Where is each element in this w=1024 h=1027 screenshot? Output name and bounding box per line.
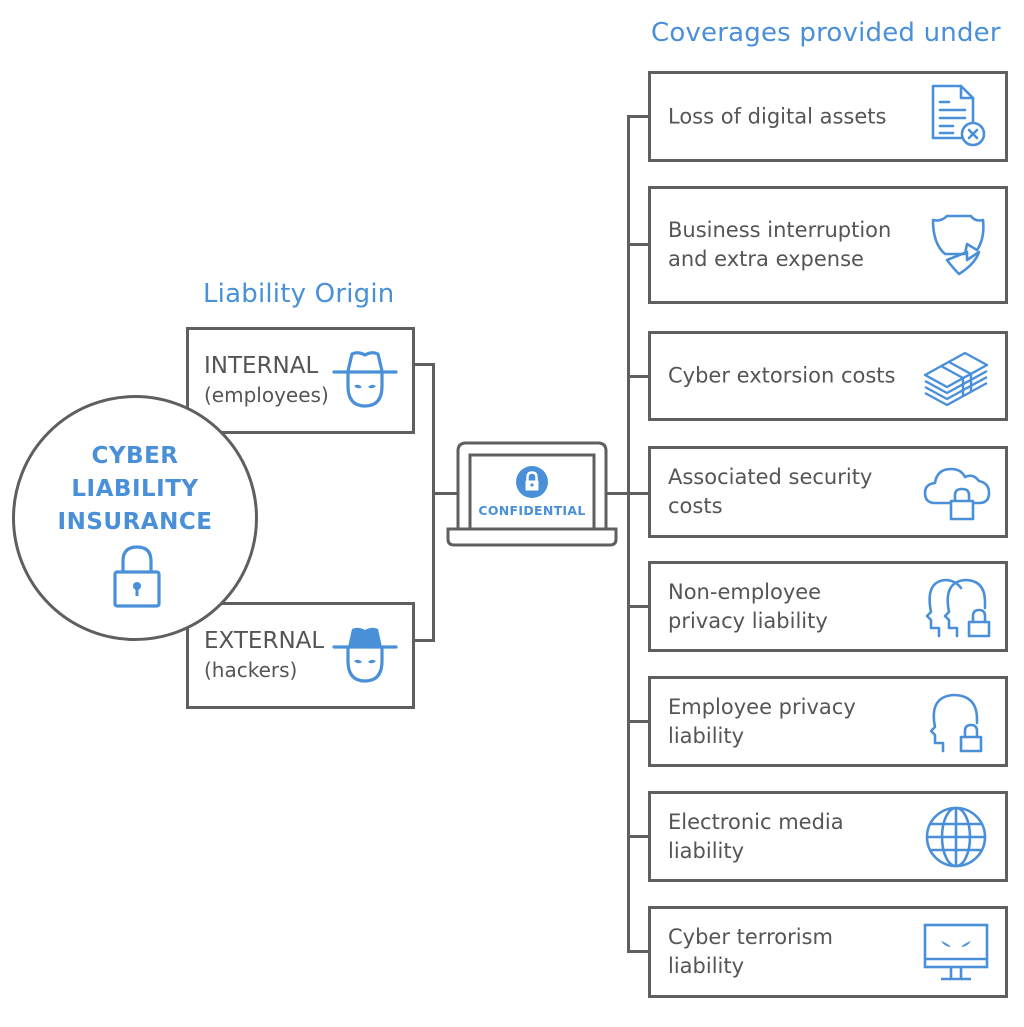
coverage-trunk-vertical — [627, 115, 630, 953]
coverage-label: Business interruption and extra expense — [668, 218, 892, 271]
connector-coverage-8 — [627, 950, 649, 953]
two-heads-lock-icon — [925, 578, 991, 637]
evil-monitor-icon — [923, 923, 989, 981]
hacker-outline-icon — [332, 351, 398, 408]
connector-coverage-7 — [627, 835, 649, 838]
coverage-label: Non-employee privacy liability — [668, 579, 828, 633]
origin-bracket-vertical — [432, 363, 435, 642]
origin-title: INTERNAL — [204, 353, 319, 379]
coverages-heading: Coverages provided under — [651, 18, 1001, 48]
money-stack-icon — [923, 351, 989, 407]
connector-coverage-6 — [627, 720, 649, 723]
origin-box-internal: INTERNAL (employees) — [186, 327, 415, 434]
confidential-label: CONFIDENTIAL — [478, 503, 586, 518]
connector-coverage-5 — [627, 605, 649, 608]
connector-coverage-4 — [627, 492, 649, 495]
connector-coverage-3 — [627, 375, 649, 378]
coverage-box-business-interruption: Business interruption and extra expense — [648, 186, 1008, 304]
globe-icon — [925, 806, 987, 867]
broken-shield-icon — [931, 214, 985, 276]
connector-coverage-2 — [627, 243, 649, 246]
lock-badge-icon — [516, 466, 548, 498]
coverage-box-employee-privacy: Employee privacy liability — [648, 676, 1008, 767]
hacker-filled-icon — [332, 627, 398, 683]
coverage-label: Loss of digital assets — [668, 104, 887, 128]
origin-subtitle: (hackers) — [204, 658, 298, 682]
coverage-label: Electronic media liability — [668, 809, 844, 863]
cloud-lock-icon — [923, 467, 991, 521]
origin-title: EXTERNAL — [204, 628, 325, 654]
origin-subtitle: (employees) — [204, 383, 329, 407]
padlock-icon — [113, 545, 161, 608]
circle-title: CYBER LIABILITY INSURANCE — [57, 443, 213, 535]
coverage-box-electronic-media: Electronic media liability — [648, 791, 1008, 882]
coverage-label: Cyber terrorism liability — [668, 925, 833, 978]
head-lock-icon — [929, 693, 983, 752]
laptop-confidential: CONFIDENTIAL — [446, 441, 618, 547]
coverage-box-cyber-terrorism: Cyber terrorism liability — [648, 906, 1008, 998]
coverage-box-non-employee-privacy: Non-employee privacy liability — [648, 561, 1008, 652]
cyber-liability-insurance-circle: CYBER LIABILITY INSURANCE — [12, 395, 258, 641]
coverage-box-cyber-extortion: Cyber extorsion costs — [648, 331, 1008, 421]
document-x-icon — [931, 84, 986, 146]
connector-coverage-1 — [627, 115, 649, 118]
coverage-label: Employee privacy liability — [668, 694, 856, 748]
coverage-label: Associated security costs — [668, 465, 873, 518]
liability-origin-heading: Liability Origin — [203, 279, 395, 309]
origin-box-external: EXTERNAL (hackers) — [186, 602, 415, 709]
coverage-label: Cyber extorsion costs — [668, 363, 896, 388]
coverage-box-loss-of-digital-assets: Loss of digital assets — [648, 71, 1008, 162]
coverage-box-associated-security-costs: Associated security costs — [648, 446, 1008, 538]
